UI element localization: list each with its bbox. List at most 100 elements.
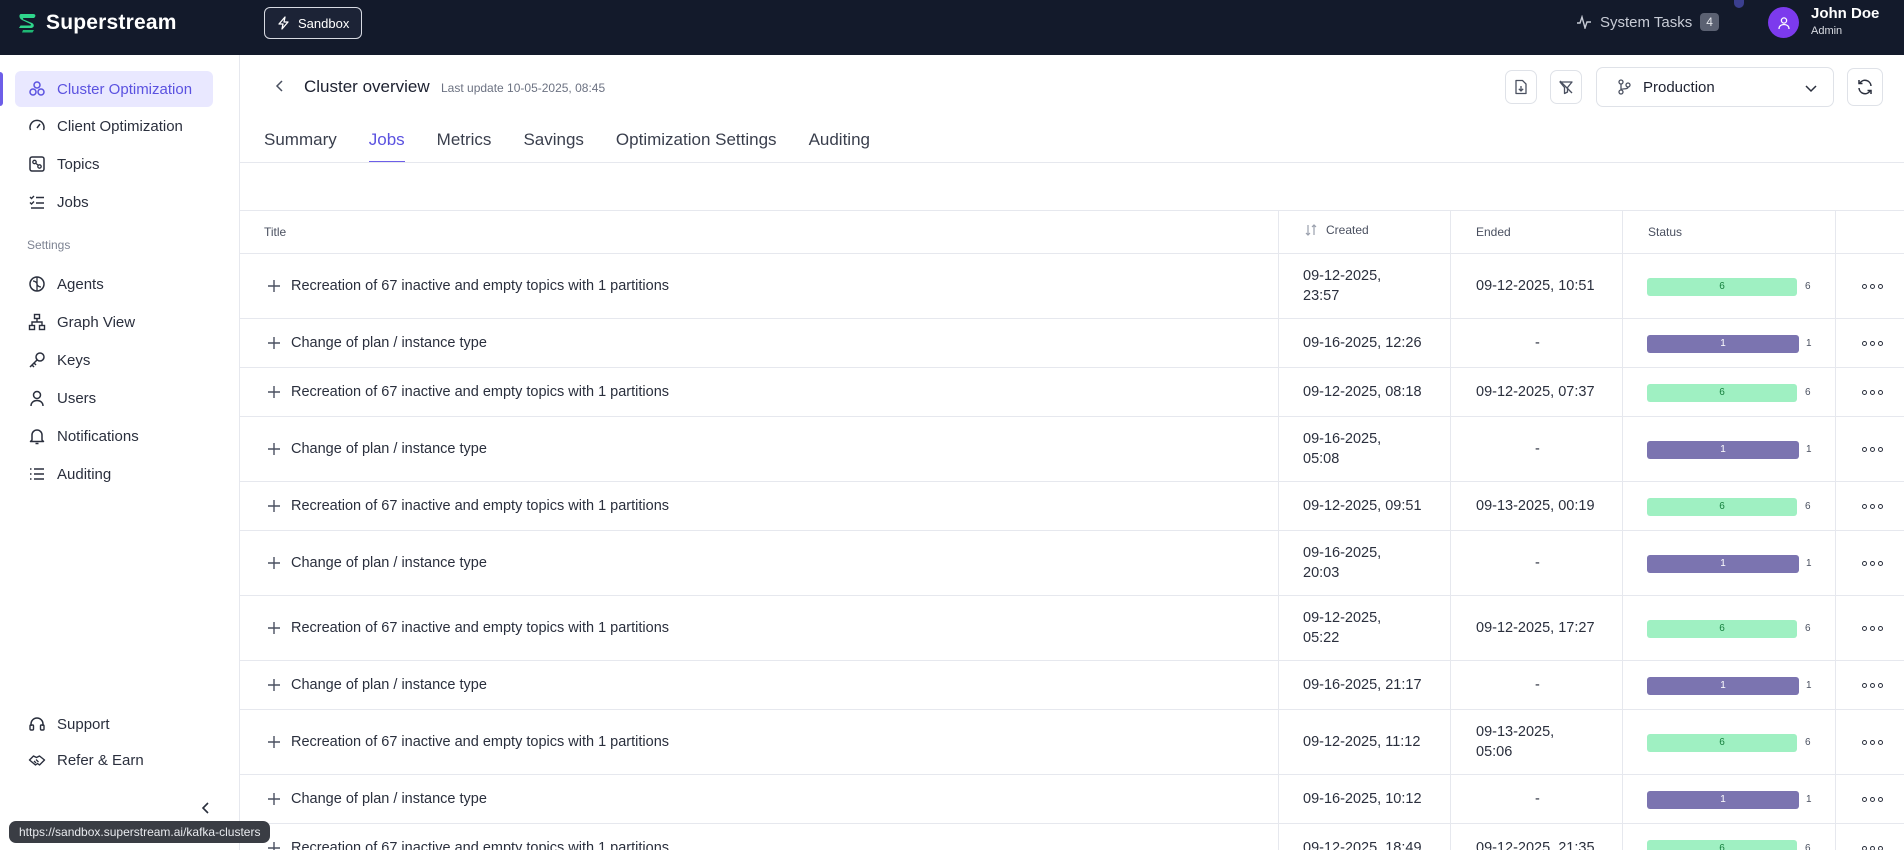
table-row[interactable]: Change of plan / instance type 09-16-2025…	[240, 417, 1904, 482]
created-cell: 09-12-2025, 05:22	[1303, 596, 1381, 660]
tab-auditing[interactable]: Auditing	[809, 130, 870, 163]
sidebar-item-label: Auditing	[57, 465, 112, 483]
refresh-button[interactable]	[1847, 68, 1883, 106]
expand-plus-icon[interactable]	[267, 621, 281, 635]
gauge-icon	[27, 116, 47, 136]
brand-logo[interactable]: Superstream	[16, 11, 177, 35]
ended-value: 09-13-2025,	[1476, 724, 1555, 740]
table-row[interactable]: Recreation of 67 inactive and empty topi…	[240, 368, 1904, 417]
ended-value: 09-13-2025, 00:19	[1476, 498, 1595, 514]
tab-savings[interactable]: Savings	[523, 130, 583, 163]
expand-plus-icon[interactable]	[267, 678, 281, 692]
created-value: 09-12-2025, 18:49	[1303, 840, 1422, 850]
environment-value: Production	[1643, 78, 1715, 96]
ended-cell: -	[1535, 417, 1540, 481]
user-avatar[interactable]	[1768, 7, 1799, 38]
system-tasks-count-badge: 4	[1700, 13, 1719, 31]
sidebar-item-keys[interactable]: Keys	[15, 342, 213, 378]
sidebar-item-client-optimization[interactable]: Client Optimization	[15, 108, 213, 144]
expand-plus-icon[interactable]	[267, 385, 281, 399]
more-options-icon[interactable]	[1862, 795, 1884, 805]
page-title: Cluster overview	[304, 77, 430, 96]
cluster-icon	[27, 79, 47, 99]
more-options-icon[interactable]	[1862, 624, 1884, 634]
more-options-icon[interactable]	[1862, 339, 1884, 349]
sidebar-item-agents[interactable]: Agents	[15, 266, 213, 302]
expand-plus-icon[interactable]	[267, 556, 281, 570]
back-arrow-icon[interactable]	[272, 78, 288, 94]
expand-plus-icon[interactable]	[267, 279, 281, 293]
tab-metrics[interactable]: Metrics	[437, 130, 492, 163]
filter-button[interactable]	[1550, 70, 1582, 104]
environment-select[interactable]: Production	[1596, 67, 1834, 107]
created-value: 09-12-2025, 08:18	[1303, 384, 1422, 400]
more-options-icon[interactable]	[1862, 388, 1884, 398]
created-value: 20:03	[1303, 565, 1340, 581]
expand-plus-icon[interactable]	[267, 841, 281, 850]
ended-cell: 09-12-2025, 21:35	[1476, 824, 1595, 850]
column-header-status[interactable]: Status	[1648, 225, 1682, 239]
sidebar-item-label: Refer & Earn	[57, 751, 144, 769]
sidebar-item-graph-view[interactable]: Graph View	[15, 304, 213, 340]
column-header-created[interactable]: Created	[1304, 223, 1369, 237]
last-update-text: Last update 10-05-2025, 08:45	[441, 81, 606, 95]
ended-value: -	[1535, 335, 1540, 351]
status-count: 1	[1806, 443, 1812, 455]
sidebar-item-cluster-optimization[interactable]: Cluster Optimization	[15, 71, 213, 107]
filter-off-icon	[1559, 80, 1573, 95]
ended-value: -	[1535, 791, 1540, 807]
created-value: 09-12-2025,	[1303, 268, 1382, 284]
system-tasks-button[interactable]: System Tasks 4	[1576, 13, 1719, 31]
table-row[interactable]: Recreation of 67 inactive and empty topi…	[240, 254, 1904, 319]
superstream-logo-icon	[19, 14, 36, 33]
user-menu[interactable]: John Doe Admin	[1811, 5, 1879, 37]
expand-plus-icon[interactable]	[267, 499, 281, 513]
expand-plus-icon[interactable]	[267, 735, 281, 749]
sidebar-item-label: Graph View	[57, 313, 136, 331]
key-icon	[27, 350, 47, 370]
sidebar-item-topics[interactable]: Topics	[15, 146, 213, 182]
sidebar-item-jobs[interactable]: Jobs	[15, 184, 213, 220]
status-url-tooltip: https://sandbox.superstream.ai/kafka-clu…	[9, 821, 271, 843]
more-options-icon[interactable]	[1862, 681, 1884, 691]
table-row[interactable]: Change of plan / instance type 09-16-2025…	[240, 661, 1904, 710]
sidebar-item-label: Support	[57, 715, 110, 733]
expand-plus-icon[interactable]	[267, 442, 281, 456]
more-options-icon[interactable]	[1862, 738, 1884, 748]
more-options-icon[interactable]	[1862, 502, 1884, 512]
sandbox-button[interactable]: Sandbox	[264, 7, 362, 39]
column-header-ended[interactable]: Ended	[1476, 225, 1511, 239]
sidebar-item-notifications[interactable]: Notifications	[15, 418, 213, 454]
sidebar-item-auditing[interactable]: Auditing	[15, 456, 213, 492]
sidebar-item-users[interactable]: Users	[15, 380, 213, 416]
table-row[interactable]: Change of plan / instance type 09-16-2025…	[240, 531, 1904, 596]
more-options-icon[interactable]	[1862, 844, 1884, 850]
table-row[interactable]: Recreation of 67 inactive and empty topi…	[240, 710, 1904, 775]
bell-icon	[27, 426, 47, 446]
export-button[interactable]	[1505, 70, 1537, 104]
tab-jobs[interactable]: Jobs	[368, 130, 405, 163]
brain-icon	[27, 274, 47, 294]
table-row[interactable]: Recreation of 67 inactive and empty topi…	[240, 596, 1904, 661]
expand-plus-icon[interactable]	[267, 792, 281, 806]
ended-cell: 09-12-2025, 17:27	[1476, 596, 1595, 660]
sidebar-item-support[interactable]: Support	[15, 706, 213, 742]
table-row[interactable]: Change of plan / instance type 09-16-2025…	[240, 775, 1904, 824]
tab-optimization-settings[interactable]: Optimization Settings	[616, 130, 777, 163]
more-options-icon[interactable]	[1862, 282, 1884, 292]
column-header-title[interactable]: Title	[264, 225, 286, 239]
tab-summary[interactable]: Summary	[264, 130, 337, 163]
status-progress-bar: 6	[1647, 277, 1797, 296]
collapse-sidebar-icon[interactable]	[198, 800, 214, 816]
ended-cell: -	[1535, 319, 1540, 367]
more-options-icon[interactable]	[1862, 445, 1884, 455]
table-row[interactable]: Recreation of 67 inactive and empty topi…	[240, 482, 1904, 531]
status-progress-bar: 6	[1647, 383, 1797, 402]
sidebar-item-label: Topics	[57, 155, 100, 173]
created-value: 09-16-2025, 21:17	[1303, 677, 1422, 693]
table-row[interactable]: Change of plan / instance type 09-16-2025…	[240, 319, 1904, 368]
table-row[interactable]: Recreation of 67 inactive and empty topi…	[240, 824, 1904, 850]
expand-plus-icon[interactable]	[267, 336, 281, 350]
sidebar-item-refer-earn[interactable]: Refer & Earn	[15, 742, 213, 778]
more-options-icon[interactable]	[1862, 559, 1884, 569]
